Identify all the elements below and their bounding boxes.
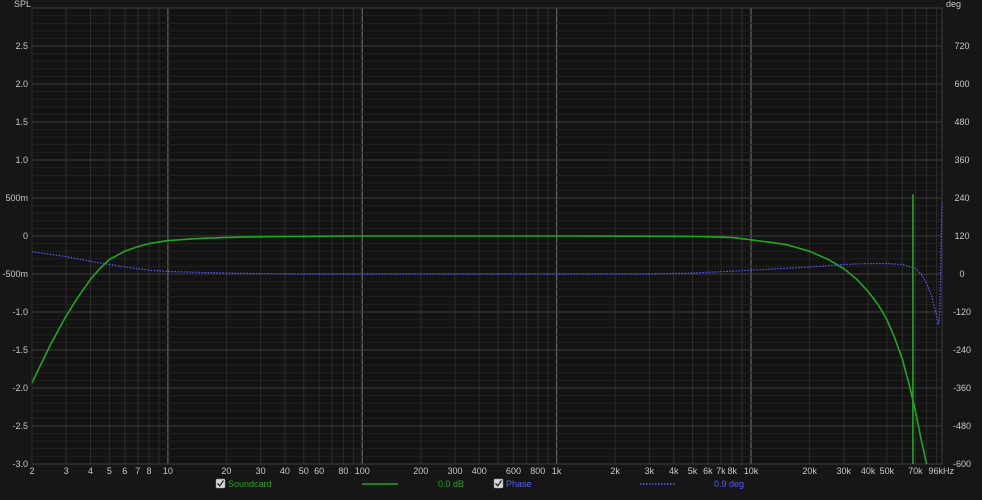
x-tick-label: 50k: [880, 466, 895, 476]
right-y-tick-label: 120: [954, 231, 969, 241]
left-y-tick-label: -1.5: [12, 345, 28, 355]
x-tick-label: 50: [299, 466, 309, 476]
x-tick-label: 4: [88, 466, 93, 476]
x-tick-label: 800: [530, 466, 545, 476]
left-y-tick-label: 1.0: [15, 155, 28, 165]
x-tick-label: 4k: [669, 466, 679, 476]
right-y-tick-label: -600: [953, 459, 971, 469]
x-tick-label: 30: [256, 466, 266, 476]
legend-value: 0.9 deg: [714, 479, 744, 489]
x-tick-label: 70k: [908, 466, 923, 476]
x-tick-label: 2k: [610, 466, 620, 476]
right-y-tick-label: 0: [959, 269, 964, 279]
left-y-tick-label: -2.5: [12, 421, 28, 431]
x-tick-label: 100: [355, 466, 370, 476]
checkbox[interactable]: [215, 478, 226, 489]
x-tick-label: 1k: [552, 466, 562, 476]
left-y-tick-label: 2.5: [15, 41, 28, 51]
frequency-response-chart: 2 3 4 5 6 7 8 10 20 30 40 50 60 80 100 200 300 400 600 800 1…: [0, 0, 982, 500]
right-y-tick-label: -480: [953, 421, 971, 431]
x-tick-label: 7k: [716, 466, 726, 476]
right-y-tick-label: 600: [954, 79, 969, 89]
x-tick-label: 8k: [727, 466, 737, 476]
left-y-tick-label: -1.0: [12, 307, 28, 317]
right-axis-title: deg: [946, 0, 961, 9]
x-tick-label: 80: [338, 466, 348, 476]
right-y-tick-label: -360: [953, 383, 971, 393]
x-tick-label: 20k: [802, 466, 817, 476]
legend-label: Phase: [506, 479, 532, 489]
x-tick-label: 40k: [861, 466, 876, 476]
checkbox[interactable]: [493, 478, 504, 489]
x-tick-label: 5: [107, 466, 112, 476]
right-y-tick-label: -120: [953, 307, 971, 317]
x-tick-label: 20: [221, 466, 231, 476]
x-tick-label: 10k: [744, 466, 759, 476]
right-y-tick-label: 240: [954, 193, 969, 203]
left-y-tick-label: -2.0: [12, 383, 28, 393]
left-axis-title: SPL: [14, 0, 31, 9]
x-tick-label: 30k: [837, 466, 852, 476]
x-tick-label: 60: [314, 466, 324, 476]
x-tick-label: 40: [280, 466, 290, 476]
right-y-tick-label: 480: [954, 117, 969, 127]
left-y-tick-label: 0: [23, 231, 28, 241]
x-tick-label: 400: [472, 466, 487, 476]
legend-label: Soundcard: [228, 479, 272, 489]
right-y-tick-label: 720: [954, 41, 969, 51]
x-tick-label: 3: [64, 466, 69, 476]
x-tick-label: 8: [147, 466, 152, 476]
right-y-tick-label: 360: [954, 155, 969, 165]
x-tick-label: 10: [163, 466, 173, 476]
legend-value: 0.0 dB: [438, 479, 464, 489]
x-tick-label: 96kHz: [928, 466, 954, 476]
right-y-tick-label: -240: [953, 345, 971, 355]
left-y-tick-label: 1.5: [15, 117, 28, 127]
x-tick-label: 5k: [688, 466, 698, 476]
left-y-tick-label: -3.0: [12, 459, 28, 469]
left-y-tick-label: 500m: [5, 193, 28, 203]
left-y-tick-label: 2.0: [15, 79, 28, 89]
x-tick-label: 200: [413, 466, 428, 476]
x-tick-label: 300: [448, 466, 463, 476]
x-tick-label: 6: [122, 466, 127, 476]
x-tick-label: 600: [506, 466, 521, 476]
x-tick-label: 2: [29, 466, 34, 476]
x-tick-label: 7: [135, 466, 140, 476]
x-tick-label: 6k: [703, 466, 713, 476]
left-y-tick-label: -500m: [2, 269, 28, 279]
x-tick-label: 3k: [645, 466, 655, 476]
